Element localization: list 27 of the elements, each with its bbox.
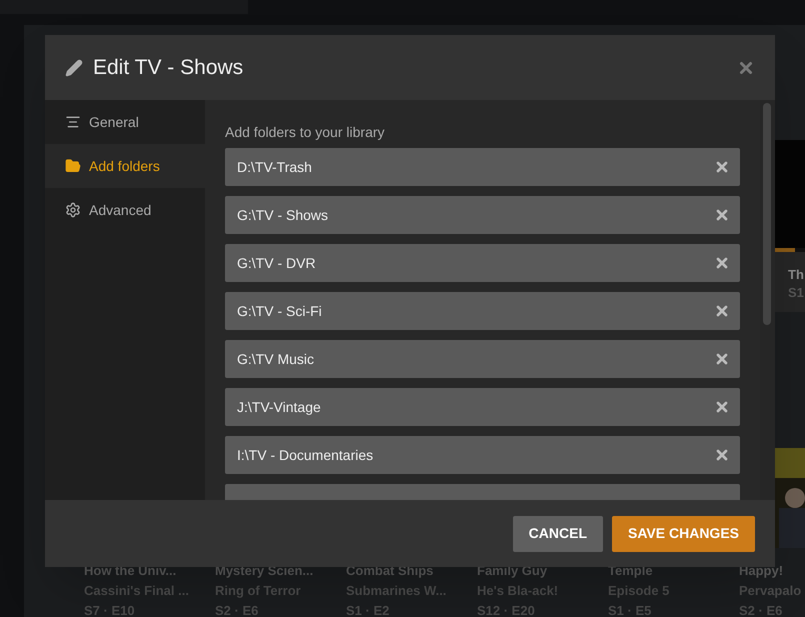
settings-icon	[65, 202, 81, 218]
remove-button[interactable]	[714, 399, 730, 415]
cancel-button[interactable]: CANCEL	[512, 516, 604, 552]
folder-path: G:\TV - DVR	[237, 254, 317, 272]
tile-title: Th	[788, 266, 805, 284]
folder-path: G:\TV - Sci-Fi	[237, 302, 323, 320]
remove-button[interactable]	[714, 207, 730, 223]
remove-button[interactable]	[714, 303, 730, 319]
sidebar-item[interactable]: Advanced	[45, 188, 205, 232]
folder-icon	[65, 158, 81, 174]
folder-path: I:\TV - Documentaries	[237, 446, 374, 464]
folder-path: D:\TV-Trash	[237, 158, 313, 176]
remove-button[interactable]	[714, 351, 730, 367]
sidebar-item[interactable]: General	[45, 100, 205, 144]
dialog-title: Edit TV - Shows	[93, 54, 244, 81]
lines-icon	[65, 114, 81, 130]
remove-button[interactable]	[714, 159, 730, 175]
pencil-icon	[65, 58, 83, 76]
scrollbar-thumb[interactable]	[763, 103, 771, 325]
folder-path: G:\TV - Shows	[237, 206, 330, 224]
sidebar-item[interactable]: Add folders	[45, 144, 205, 188]
folder-path: G:\TV Music	[237, 350, 316, 368]
remove-button[interactable]	[714, 255, 730, 271]
section-label: Add folders to your library	[225, 124, 386, 140]
tile-title: Happy!	[739, 562, 784, 580]
remove-button[interactable]	[714, 447, 730, 463]
folder-path: J:\TV-Vintage	[237, 398, 322, 417]
